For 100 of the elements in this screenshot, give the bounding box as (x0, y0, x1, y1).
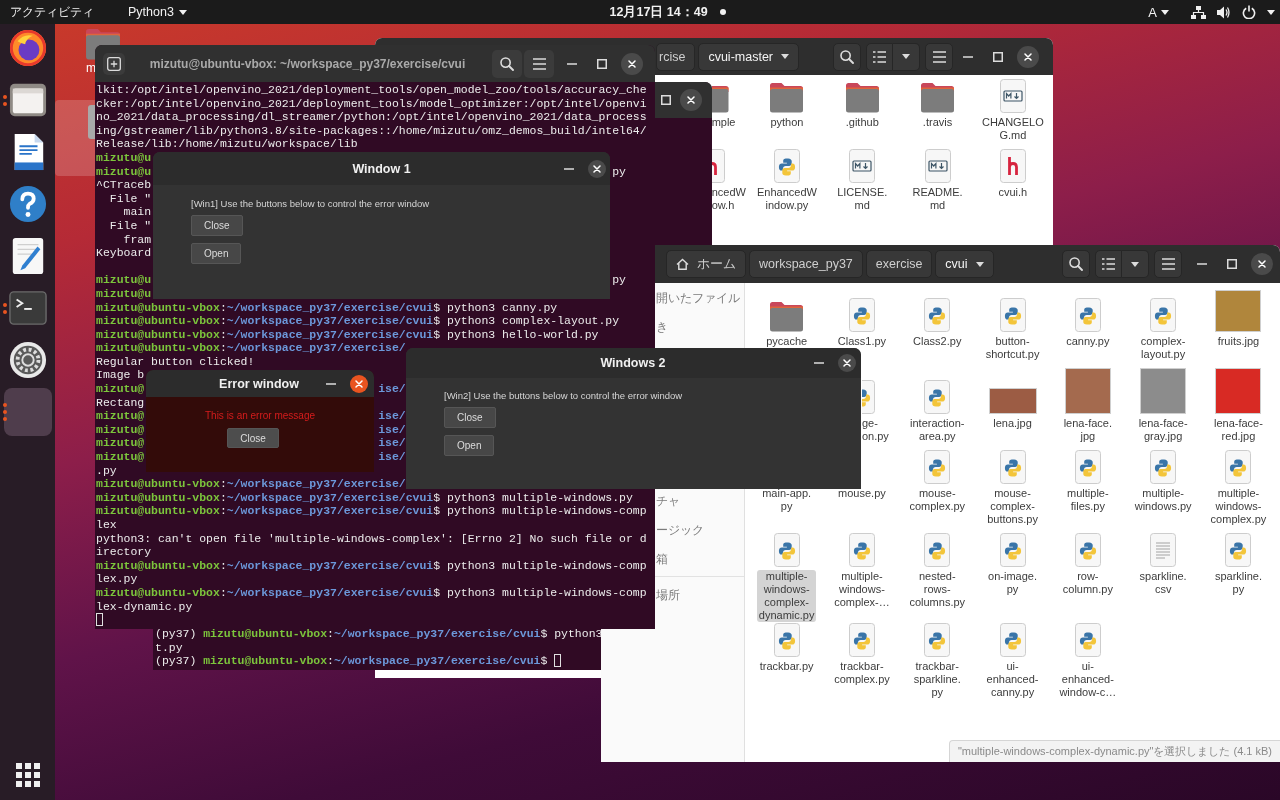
python-file-icon[interactable] (1073, 533, 1102, 567)
file-name[interactable]: row- column.py (1060, 570, 1115, 596)
file-name[interactable]: multiple- windows- complex.py (1208, 487, 1269, 526)
file-name[interactable]: lena-face. jpg (1061, 417, 1114, 443)
python-file-icon[interactable] (1224, 533, 1253, 567)
file-name[interactable]: sparkline. py (1212, 570, 1264, 596)
close-button[interactable] (621, 52, 643, 75)
menu-button[interactable] (1154, 250, 1182, 278)
file-name[interactable]: mouse- complex- buttons.py (985, 487, 1040, 526)
file-name[interactable]: multiple- windows- complex- dynamic.py (756, 570, 817, 622)
file-name[interactable]: multiple- windows.py (1132, 487, 1194, 513)
sidebar-item[interactable]: チャ (656, 493, 680, 508)
file-name[interactable]: mple (711, 116, 736, 129)
python-file-icon[interactable] (998, 298, 1027, 332)
list-view-button[interactable] (1095, 250, 1122, 278)
file-name[interactable]: python (768, 116, 806, 129)
file-name[interactable]: CHANGELO G.md (979, 116, 1046, 142)
path-button[interactable]: exercise (865, 250, 933, 278)
sidebar-item[interactable]: ージック (656, 522, 704, 537)
path-button[interactable]: cvui (935, 250, 994, 278)
python-file-icon[interactable] (772, 533, 801, 567)
new-tab-button[interactable] (103, 52, 125, 75)
file-name[interactable]: fruits.jpg (1215, 335, 1262, 348)
python-file-icon[interactable] (923, 450, 952, 484)
photo-placeholder[interactable] (1064, 368, 1111, 414)
input-source-button[interactable]: A (1148, 0, 1169, 24)
file-name[interactable]: multiple- files.py (1065, 487, 1111, 513)
search-button[interactable] (1062, 250, 1090, 278)
python-file-icon[interactable] (923, 623, 952, 657)
file-name[interactable]: mouse.py (836, 487, 888, 500)
path-button[interactable]: workspace_py37 (749, 250, 863, 278)
file-name[interactable]: ui- enhanced- canny.py (984, 660, 1041, 699)
file-name[interactable]: EnhancedW indow.py (754, 186, 819, 212)
desktop-icon-label[interactable]: m (85, 62, 96, 75)
file-name[interactable]: ui- enhanced- window-c… (1057, 660, 1119, 699)
sidebar-item[interactable]: 箱 (656, 551, 668, 566)
markdown-file-icon[interactable] (998, 79, 1027, 113)
close-button[interactable] (1251, 253, 1273, 275)
file-name[interactable]: Class1.py (835, 335, 889, 348)
clock-button[interactable]: 12月17日 14：49 (609, 0, 726, 24)
python-file-icon[interactable] (998, 533, 1027, 567)
python-file-icon[interactable] (1149, 298, 1178, 332)
path-button[interactable]: cvui-master (698, 42, 799, 71)
python-file-icon[interactable] (1073, 450, 1102, 484)
menu-button[interactable] (524, 49, 554, 78)
app-menu-button[interactable]: Python3 (128, 0, 187, 24)
file-name[interactable]: main-app. py (760, 487, 814, 513)
dialog-button[interactable]: Close (227, 428, 279, 448)
search-button[interactable] (833, 42, 861, 71)
python-file-icon[interactable] (1073, 298, 1102, 332)
markdown-file-icon[interactable] (848, 149, 877, 183)
view-options-button[interactable] (893, 42, 920, 71)
sidebar-item[interactable]: き (656, 319, 668, 334)
close-button[interactable] (588, 159, 606, 178)
python-file-icon[interactable] (923, 533, 952, 567)
file-name[interactable]: .github (843, 116, 881, 129)
file-name[interactable]: on-image. py (986, 570, 1039, 596)
file-name[interactable]: Class2.py (911, 335, 964, 348)
file-name[interactable]: button- shortcut.py (983, 335, 1042, 361)
search-button[interactable] (492, 49, 522, 78)
close-button[interactable] (1017, 45, 1039, 68)
file-name[interactable]: README. md (910, 186, 965, 212)
file-name[interactable]: trackbar.py (757, 660, 816, 673)
python-file-icon[interactable] (847, 533, 876, 567)
python-file-icon[interactable] (998, 450, 1027, 484)
file-name[interactable]: trackbar- sparkline. py (911, 660, 963, 699)
photo-placeholder[interactable] (988, 388, 1037, 414)
file-name[interactable]: mouse- complex.py (907, 487, 968, 513)
file-name[interactable]: multiple- windows- complex-… (832, 570, 892, 609)
dialog-button[interactable]: Open (444, 435, 495, 456)
dialog-button[interactable]: Close (191, 215, 243, 236)
menu-button[interactable] (925, 42, 953, 71)
python-file-icon[interactable] (1224, 450, 1253, 484)
photo-placeholder[interactable] (1140, 368, 1187, 414)
close-button[interactable] (350, 375, 368, 393)
python-file-icon[interactable] (923, 298, 952, 332)
file-name[interactable]: lena-face- gray.jpg (1136, 417, 1190, 443)
python-file-icon[interactable] (998, 623, 1027, 657)
close-button[interactable] (838, 354, 856, 372)
python-file-icon[interactable] (923, 380, 952, 414)
activities-button[interactable]: アクティビティ (10, 0, 94, 24)
python-file-icon[interactable] (772, 623, 801, 657)
python-file-icon[interactable] (847, 623, 876, 657)
file-name[interactable]: canny.py (1064, 335, 1112, 348)
file-name[interactable]: ncedW ow.h (711, 186, 746, 212)
show-apps-button[interactable] (15, 763, 40, 787)
file-name[interactable]: lena-face- red.jpg (1211, 417, 1265, 443)
file-name[interactable]: sparkline. csv (1137, 570, 1189, 596)
file-name[interactable]: ge- on.py (861, 417, 889, 443)
view-options-button[interactable] (1122, 250, 1149, 278)
python-file-icon[interactable] (772, 149, 801, 183)
file-name[interactable]: cvui.h (996, 186, 1030, 199)
file-name[interactable]: .travis (920, 116, 955, 129)
file-name[interactable]: lena.jpg (991, 417, 1034, 430)
python-file-icon[interactable] (1149, 450, 1178, 484)
file-name[interactable]: interaction- area.py (908, 417, 967, 443)
path-button[interactable]: rcise (656, 42, 696, 71)
list-view-button[interactable] (866, 42, 893, 71)
dialog-button[interactable]: Close (444, 407, 496, 428)
photo-placeholder[interactable] (1215, 368, 1262, 414)
